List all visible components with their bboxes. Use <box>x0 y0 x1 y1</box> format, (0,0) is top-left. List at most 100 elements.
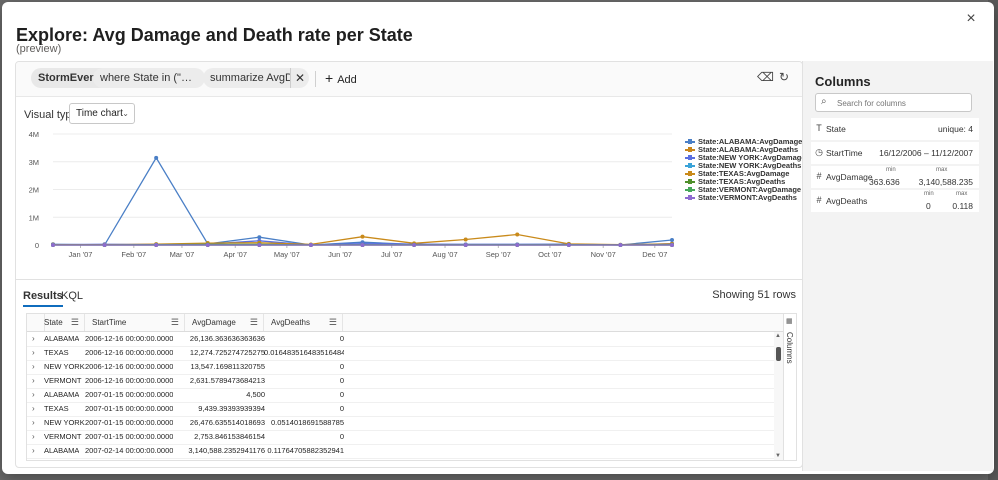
expand-header <box>27 314 45 331</box>
header-avgdamage[interactable]: AvgDamage ☰ <box>185 314 264 331</box>
data-point <box>257 235 262 240</box>
header-starttime-label: StartTime <box>92 318 127 327</box>
columns-side-tab[interactable]: ▦ Columns <box>783 314 796 460</box>
data-point <box>51 243 55 247</box>
table-cell-avgdeaths: 0 <box>339 362 344 371</box>
column-item-state[interactable]: T State unique: 4 <box>811 118 979 140</box>
close-icon[interactable]: × <box>962 10 980 28</box>
expand-row-icon[interactable]: › <box>32 346 35 360</box>
table-cell-state: VERMONT <box>44 376 82 385</box>
column-menu-icon[interactable]: ☰ <box>329 314 337 331</box>
column-item-avgdeaths[interactable]: # AvgDeaths min 0 max 0.118 <box>811 190 979 212</box>
row-count: Showing 51 rows <box>712 289 796 301</box>
column-search[interactable]: ⌕ <box>815 93 972 112</box>
scroll-up-icon[interactable]: ▲ <box>775 333 781 339</box>
table-row[interactable]: › ALABAMA 2006-12-16 00:00:00.0000 26,136.3… <box>27 332 781 347</box>
table-row[interactable]: › VERMONT 2006-12-16 00:00:00.0000 2,631.57… <box>27 374 781 389</box>
columns-side-label: Columns <box>785 332 794 364</box>
data-point <box>566 243 571 247</box>
table-row[interactable]: › NEW YORK 2007-01-15 00:00:00.0000 26,476.… <box>27 416 781 431</box>
column-name: AvgDeaths <box>826 196 868 206</box>
x-tick-label: Mar '07 <box>170 250 195 259</box>
expand-row-icon[interactable]: › <box>32 430 35 444</box>
number-type-icon: # <box>816 195 822 205</box>
table-cell-state: ALABAMA <box>44 446 80 455</box>
data-point <box>154 243 159 247</box>
scroll-thumb[interactable] <box>776 347 781 361</box>
scroll-down-icon[interactable]: ▼ <box>775 453 781 459</box>
max-value: 3,140,588.235 <box>918 177 973 187</box>
expand-row-icon[interactable]: › <box>32 444 35 458</box>
table-cell-avgdeaths: 0.0514018691588785 <box>271 418 344 427</box>
x-tick-label: Aug '07 <box>432 250 457 259</box>
number-type-icon: # <box>816 171 822 181</box>
table-row[interactable]: › TEXAS 2006-12-16 00:00:00.0000 12,274.725… <box>27 346 781 361</box>
expand-row-icon[interactable]: › <box>32 388 35 402</box>
x-tick-label: Dec '07 <box>642 250 667 259</box>
column-menu-icon[interactable]: ☰ <box>71 314 79 331</box>
table-cell-starttime: 2006-12-16 00:00:00.0000 <box>85 348 174 357</box>
data-point <box>670 243 674 247</box>
expand-row-icon[interactable]: › <box>32 416 35 430</box>
text-type-icon: T <box>816 123 822 133</box>
column-menu-icon[interactable]: ☰ <box>250 314 258 331</box>
table-cell-state: VERMONT <box>44 432 82 441</box>
search-icon: ⌕ <box>821 96 827 107</box>
expand-row-icon[interactable]: › <box>32 374 35 388</box>
column-search-input[interactable] <box>835 96 969 110</box>
table-row[interactable]: › VERMONT 2007-01-15 00:00:00.0000 2,753.84… <box>27 430 781 445</box>
visual-type-select[interactable]: Time chart ⌄ <box>69 103 135 124</box>
legend-marker <box>688 155 692 160</box>
header-avgdeaths[interactable]: AvgDeaths ☰ <box>264 314 343 331</box>
header-state-label: State <box>44 318 63 327</box>
chevron-down-icon: ⌄ <box>122 109 129 118</box>
where-pill[interactable]: where State in ("VERMON... <box>93 68 205 88</box>
column-item-starttime[interactable]: ◷ StartTime 16/12/2006 – 11/12/2007 <box>811 142 979 164</box>
x-tick-label: Sep '07 <box>486 250 511 259</box>
header-starttime[interactable]: StartTime ☰ <box>85 314 185 331</box>
y-tick-label: 4M <box>29 130 39 139</box>
expand-row-icon[interactable]: › <box>32 332 35 346</box>
query-separator <box>315 71 316 87</box>
x-tick-label: Feb '07 <box>121 250 146 259</box>
legend-item[interactable]: State:VERMONT:AvgDeaths <box>685 194 797 202</box>
expand-row-icon[interactable]: › <box>32 360 35 374</box>
y-tick-label: 3M <box>29 158 39 167</box>
x-tick-label: Nov '07 <box>591 250 616 259</box>
column-menu-icon[interactable]: ☰ <box>171 314 179 331</box>
add-operator-button[interactable]: + Add <box>325 68 357 88</box>
tab-kql[interactable]: KQL <box>61 287 83 305</box>
column-name: StartTime <box>826 148 863 158</box>
eraser-icon[interactable]: ⌫ <box>757 69 774 85</box>
column-item-avgdamage[interactable]: # AvgDamage min 363.636 max 3,140,588.23… <box>811 166 979 188</box>
grid-scrollbar[interactable]: ▲ ▼ <box>774 332 783 460</box>
table-row[interactable]: › TEXAS 2007-01-15 00:00:00.0000 9,439.3939… <box>27 402 781 417</box>
table-cell-starttime: 2006-12-16 00:00:00.0000 <box>85 362 174 371</box>
refresh-icon[interactable]: ↻ <box>776 69 792 85</box>
table-cell-avgdamage: 12,274.725274725275 <box>189 348 265 357</box>
data-point <box>618 243 623 247</box>
expand-row-icon[interactable]: › <box>32 402 35 416</box>
table-row[interactable]: › ALABAMA 2007-01-15 00:00:00.0000 4,500 0 <box>27 388 781 403</box>
min-value: 363.636 <box>869 177 900 187</box>
columns-panel: Columns ⌕ T State unique: 4 ◷ StartTime … <box>802 61 993 471</box>
table-cell-avgdeaths: 0 <box>339 390 344 399</box>
data-point <box>463 243 468 247</box>
header-state[interactable]: State ☰ <box>44 314 85 331</box>
table-cell-state: TEXAS <box>44 348 69 357</box>
summarize-pill[interactable]: summarize AvgDam... <box>203 68 290 88</box>
remove-summarize-icon[interactable]: ✕ <box>290 68 309 88</box>
table-row[interactable]: › ALABAMA 2007-02-14 00:00:00.0000 3,140,58… <box>27 444 781 459</box>
min-value: 0 <box>926 201 931 211</box>
table-cell-state: ALABAMA <box>44 390 80 399</box>
legend-marker <box>688 147 692 152</box>
x-tick-label: Jun '07 <box>328 250 352 259</box>
columns-panel-title: Columns <box>815 74 871 89</box>
table-cell-avgdamage: 26,136.363636363636 <box>189 334 265 343</box>
data-point <box>515 232 520 237</box>
explore-main-panel: StormEvents where State in ("VERMON... s… <box>15 61 803 468</box>
table-row[interactable]: › NEW YORK 2006-12-16 00:00:00.0000 13,547.… <box>27 360 781 375</box>
min-label: min <box>886 167 896 173</box>
tab-results[interactable]: Results <box>23 287 63 307</box>
table-cell-starttime: 2007-01-15 00:00:00.0000 <box>85 418 174 427</box>
